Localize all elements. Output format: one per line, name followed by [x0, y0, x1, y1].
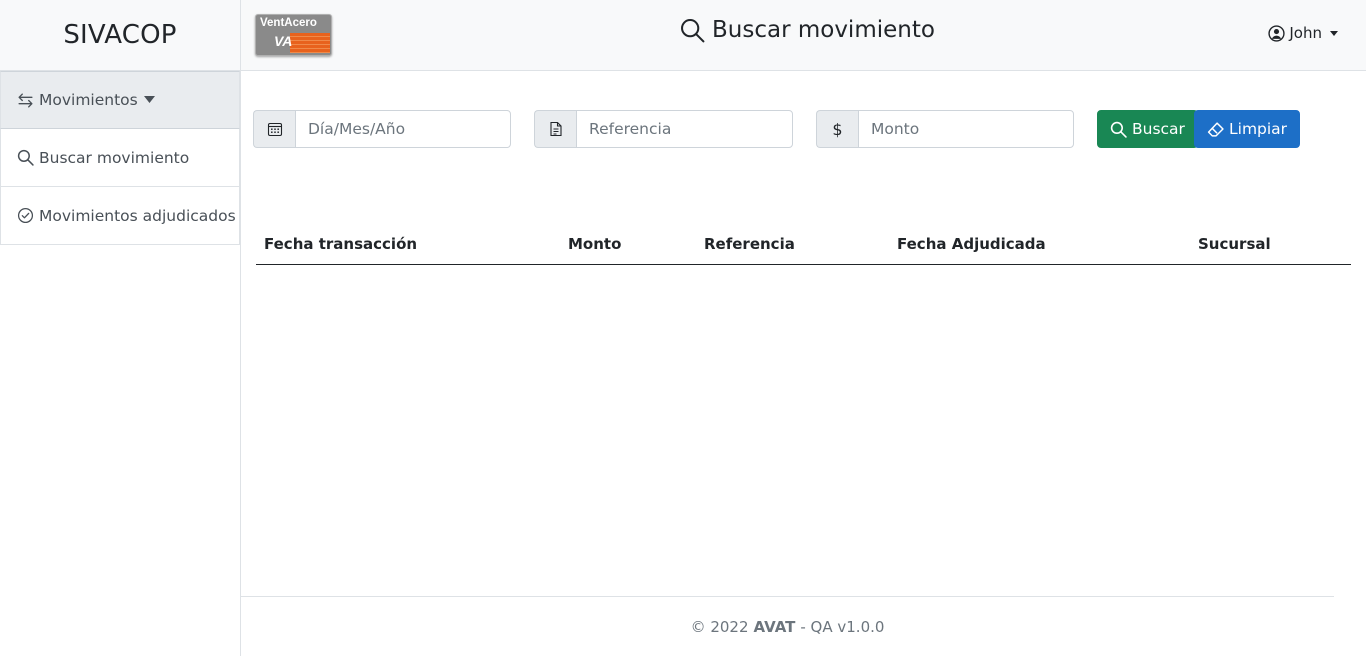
search-button-label: Buscar: [1132, 120, 1185, 138]
sidebar-group-label: Movimientos: [39, 91, 138, 109]
reference-field[interactable]: [576, 110, 793, 148]
reference-input-group: [534, 110, 793, 148]
check-circle-icon: [17, 207, 34, 224]
page-title-text: Buscar movimiento: [712, 17, 935, 43]
search-icon: [681, 18, 705, 42]
clear-button-label: Limpiar: [1229, 120, 1288, 138]
user-circle-icon: [1268, 24, 1286, 42]
caret-down-icon: [143, 96, 155, 103]
app-root: SIVACOP Movimientos Buscar movimiento Mo…: [0, 0, 1366, 656]
user-menu[interactable]: John: [1268, 24, 1338, 42]
chevron-down-icon: [1330, 30, 1338, 36]
column-header-fecha-adjudicada[interactable]: Fecha Adjudicada: [897, 235, 1046, 253]
search-button[interactable]: Buscar: [1097, 110, 1198, 148]
sidebar-item-movimientos-adjudicados[interactable]: Movimientos adjudicados: [0, 187, 240, 245]
sidebar-item-label: Movimientos adjudicados: [39, 206, 236, 225]
top-header: VentAcero VA Buscar movimiento John: [241, 0, 1366, 71]
calendar-icon: [253, 110, 295, 148]
sidebar-item-label: Buscar movimiento: [39, 148, 190, 167]
page-title: Buscar movimiento: [680, 17, 935, 43]
logo-mark: VA: [274, 33, 293, 49]
table-header: Fecha transacción Monto Referencia Fecha…: [256, 225, 1351, 265]
amount-field[interactable]: [858, 110, 1074, 148]
footer-company: AVAT: [753, 617, 796, 636]
arrows-exchange-icon: [18, 92, 33, 108]
column-header-fecha-transaccion[interactable]: Fecha transacción: [264, 235, 417, 253]
search-icon: [1110, 121, 1127, 138]
movements-table: Fecha transacción Monto Referencia Fecha…: [256, 225, 1351, 265]
brand-title: SIVACOP: [0, 0, 240, 71]
column-header-sucursal[interactable]: Sucursal: [1198, 235, 1271, 253]
sidebar-item-buscar-movimiento[interactable]: Buscar movimiento: [0, 129, 240, 187]
amount-input-group: $: [816, 110, 1074, 148]
eraser-icon: [1207, 121, 1224, 137]
date-input-group: [253, 110, 511, 148]
footer: © 2022 AVAT - QA v1.0.0: [241, 596, 1334, 656]
logo-stripes: [290, 33, 330, 53]
sidebar-group-movimientos[interactable]: Movimientos: [0, 71, 240, 129]
logo-text: VentAcero: [260, 17, 317, 29]
dollar-addon: $: [816, 110, 858, 148]
column-header-monto[interactable]: Monto: [568, 235, 621, 253]
footer-version: - QA v1.0.0: [800, 617, 885, 636]
sidebar: SIVACOP Movimientos Buscar movimiento Mo…: [0, 0, 241, 656]
document-icon: [534, 110, 576, 148]
column-header-referencia[interactable]: Referencia: [704, 235, 795, 253]
date-field[interactable]: [295, 110, 511, 148]
footer-copyright: © 2022: [690, 617, 749, 636]
search-icon: [17, 149, 34, 166]
ventacero-logo[interactable]: VentAcero VA: [255, 14, 332, 56]
clear-button[interactable]: Limpiar: [1194, 110, 1301, 148]
user-name: John: [1289, 24, 1322, 42]
